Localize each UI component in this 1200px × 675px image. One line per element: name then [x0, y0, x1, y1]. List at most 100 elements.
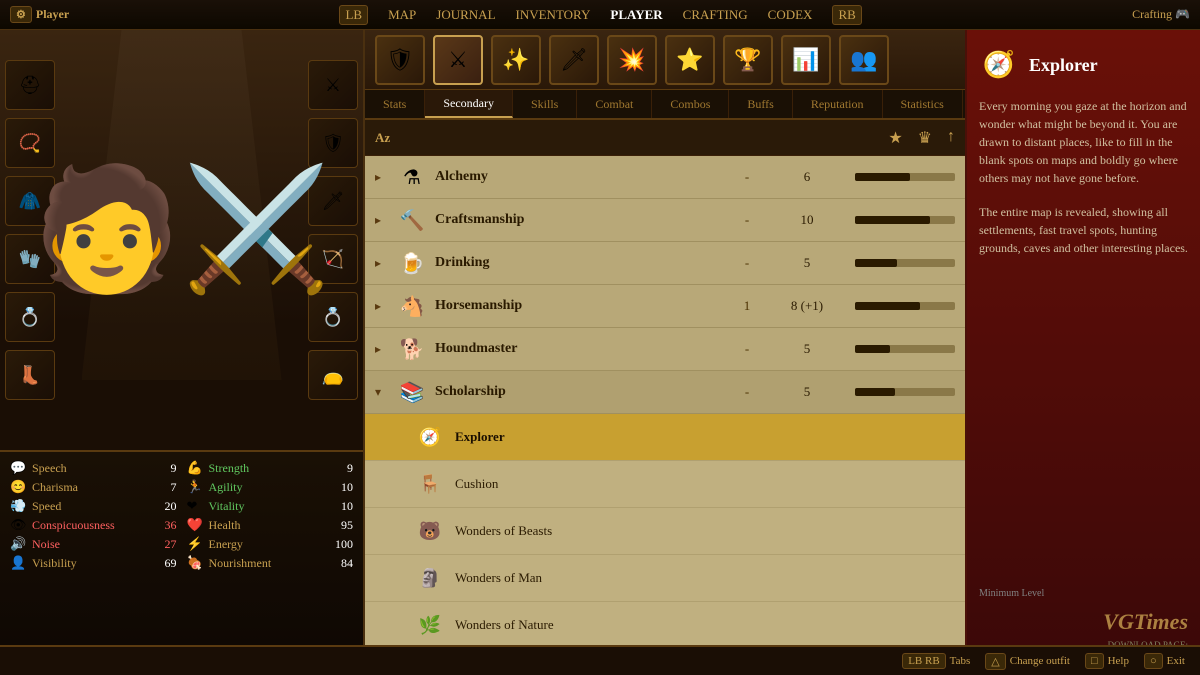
equip-slot-pouch[interactable]: 👝: [308, 350, 358, 400]
sub-skill-icon: 🪑: [415, 469, 445, 499]
sub-skill-name: Wonders of Nature: [455, 617, 955, 633]
skill-name: Craftsmanship: [435, 212, 727, 228]
skill-val2: 6: [767, 169, 847, 185]
filter-arrow[interactable]: ↑: [947, 128, 955, 148]
nav-crafting[interactable]: CRAFTING: [683, 7, 748, 23]
skill-chevron: ▸: [375, 342, 389, 357]
speech-val: 9: [149, 461, 177, 476]
top-nav: LB MAP JOURNAL INVENTORY PLAYER CRAFTING…: [339, 5, 861, 25]
conspicuousness-val: 36: [149, 518, 177, 533]
stat-agility: 🏃 Agility 10: [187, 479, 354, 495]
nourishment-icon: 🍖: [187, 555, 203, 571]
skills-list[interactable]: ▸ ⚗ Alchemy - 6 ▸ 🔨 Craftsmanship - 10 ▸…: [365, 156, 965, 645]
conspicuousness-icon: 👁: [10, 517, 26, 533]
perk-title: Explorer: [1029, 55, 1098, 76]
skill-header-houndmaster[interactable]: ▸ 🐕 Houndmaster - 5: [365, 328, 965, 371]
stat-noise: 🔊 Noise 27: [10, 536, 177, 552]
map-key: LB: [339, 5, 368, 25]
vitality-icon: ❤: [187, 498, 203, 514]
help-key: □: [1085, 653, 1104, 669]
filter-star[interactable]: ★: [888, 128, 902, 148]
equip-slot-boots[interactable]: 👢: [5, 350, 55, 400]
exit-action[interactable]: ○ Exit: [1144, 653, 1185, 669]
stat-vitality: ❤ Vitality 10: [187, 498, 354, 514]
tab-icons-row: 🛡 ⚔ ✨ 🗡 💥 ⭐ 🏆 📊 👥: [365, 30, 965, 90]
tab-icon-stats[interactable]: 🛡: [375, 35, 425, 85]
equip-slot-weapon1[interactable]: ⚔: [308, 60, 358, 110]
skill-val1: -: [727, 212, 767, 228]
stat-energy: ⚡ Energy 100: [187, 536, 354, 552]
equip-slot-helmet[interactable]: ⛑: [5, 60, 55, 110]
tab-label-secondary[interactable]: Secondary: [425, 90, 513, 118]
skill-icon: 🔨: [397, 205, 427, 235]
skill-bar: [855, 216, 955, 224]
tab-label-reputation[interactable]: Reputation: [793, 90, 883, 118]
sub-skill-wonders-of-nature[interactable]: 🌿 Wonders of Nature: [365, 602, 965, 645]
skill-header-drinking[interactable]: ▸ 🍺 Drinking - 5: [365, 242, 965, 285]
skill-name: Scholarship: [435, 384, 727, 400]
skill-icon: ⚗: [397, 162, 427, 192]
filter-crown[interactable]: ♛: [918, 128, 932, 148]
stat-group-left: 💬 Speech 9 😊 Charisma 7 💨 Speed 20 👁 Con…: [10, 460, 177, 637]
sub-skill-wonders-of-beasts[interactable]: 🐻 Wonders of Beasts: [365, 508, 965, 555]
tab-labels-row: Stats Secondary Skills Combat Combos Buf…: [365, 90, 965, 120]
stat-speech: 💬 Speech 9: [10, 460, 177, 476]
nav-journal[interactable]: JOURNAL: [436, 7, 495, 23]
stat-group-right: 💪 Strength 9 🏃 Agility 10 ❤ Vitality 10 …: [187, 460, 354, 637]
tab-label-statistics[interactable]: Statistics: [883, 90, 963, 118]
skill-header-craftsmanship[interactable]: ▸ 🔨 Craftsmanship - 10: [365, 199, 965, 242]
skill-val2: 8 (+1): [767, 298, 847, 314]
skill-bar: [855, 173, 955, 181]
tab-label-combat[interactable]: Combat: [577, 90, 652, 118]
tab-label-buffs[interactable]: Buffs: [729, 90, 792, 118]
skill-bar: [855, 259, 955, 267]
change-outfit-action[interactable]: △ Change outfit: [985, 653, 1070, 670]
sort-az[interactable]: Az: [375, 130, 390, 146]
tabs-key: LB RB: [902, 653, 945, 669]
tab-icon-combat[interactable]: 🗡: [549, 35, 599, 85]
stat-nourishment: 🍖 Nourishment 84: [187, 555, 354, 571]
top-bar: ⚙ Player LB MAP JOURNAL INVENTORY PLAYER…: [0, 0, 1200, 30]
skill-val2: 10: [767, 212, 847, 228]
noise-label: Noise: [32, 537, 143, 552]
nav-inventory[interactable]: INVENTORY: [516, 7, 591, 23]
tab-icon-secondary[interactable]: ⚔: [433, 35, 483, 85]
nav-player[interactable]: PLAYER: [610, 7, 662, 23]
tab-label-combos[interactable]: Combos: [652, 90, 729, 118]
tab-icon-statistics[interactable]: 📊: [781, 35, 831, 85]
skill-val1: -: [727, 255, 767, 271]
sub-skill-name: Explorer: [455, 429, 955, 445]
speed-val: 20: [149, 499, 177, 514]
agility-icon: 🏃: [187, 479, 203, 495]
top-bar-left: ⚙ Player: [10, 6, 69, 23]
nav-map[interactable]: MAP: [388, 7, 416, 23]
health-val: 95: [325, 518, 353, 533]
crafting-label: Crafting 🎮: [1132, 7, 1190, 22]
sub-skill-cushion[interactable]: 🪑 Cushion: [365, 461, 965, 508]
sub-skill-wonders-of-man[interactable]: 🗿 Wonders of Man: [365, 555, 965, 602]
sub-skill-explorer[interactable]: 🧭 Explorer: [365, 414, 965, 461]
help-label: Help: [1108, 655, 1129, 667]
skill-header-horsemanship[interactable]: ▸ 🐴 Horsemanship 1 8 (+1): [365, 285, 965, 328]
sub-skill-icon: 🧭: [415, 422, 445, 452]
tab-icon-sidekicks[interactable]: 👥: [839, 35, 889, 85]
tab-icon-reputation[interactable]: 🏆: [723, 35, 773, 85]
nav-codex[interactable]: CODEX: [768, 7, 813, 23]
sub-skill-name: Cushion: [455, 476, 955, 492]
help-action[interactable]: □ Help: [1085, 653, 1129, 669]
tab-icon-combos[interactable]: 💥: [607, 35, 657, 85]
skill-header-alchemy[interactable]: ▸ ⚗ Alchemy - 6: [365, 156, 965, 199]
tab-label-skills[interactable]: Skills: [513, 90, 577, 118]
tab-icon-buffs[interactable]: ⭐: [665, 35, 715, 85]
tab-icon-skills[interactable]: ✨: [491, 35, 541, 85]
skill-header-scholarship[interactable]: ▾ 📚 Scholarship - 5: [365, 371, 965, 414]
tab-label-stats[interactable]: Stats: [365, 90, 425, 118]
conspicuousness-label: Conspicuousness: [32, 518, 143, 533]
filter-row: Az ★ ♛ ↑: [365, 120, 965, 156]
skill-icon: 🐴: [397, 291, 427, 321]
stat-health: ❤️ Health 95: [187, 517, 354, 533]
skill-bar: [855, 345, 955, 353]
skill-chevron: ▸: [375, 213, 389, 228]
nourishment-label: Nourishment: [209, 556, 320, 571]
skill-val2: 5: [767, 255, 847, 271]
